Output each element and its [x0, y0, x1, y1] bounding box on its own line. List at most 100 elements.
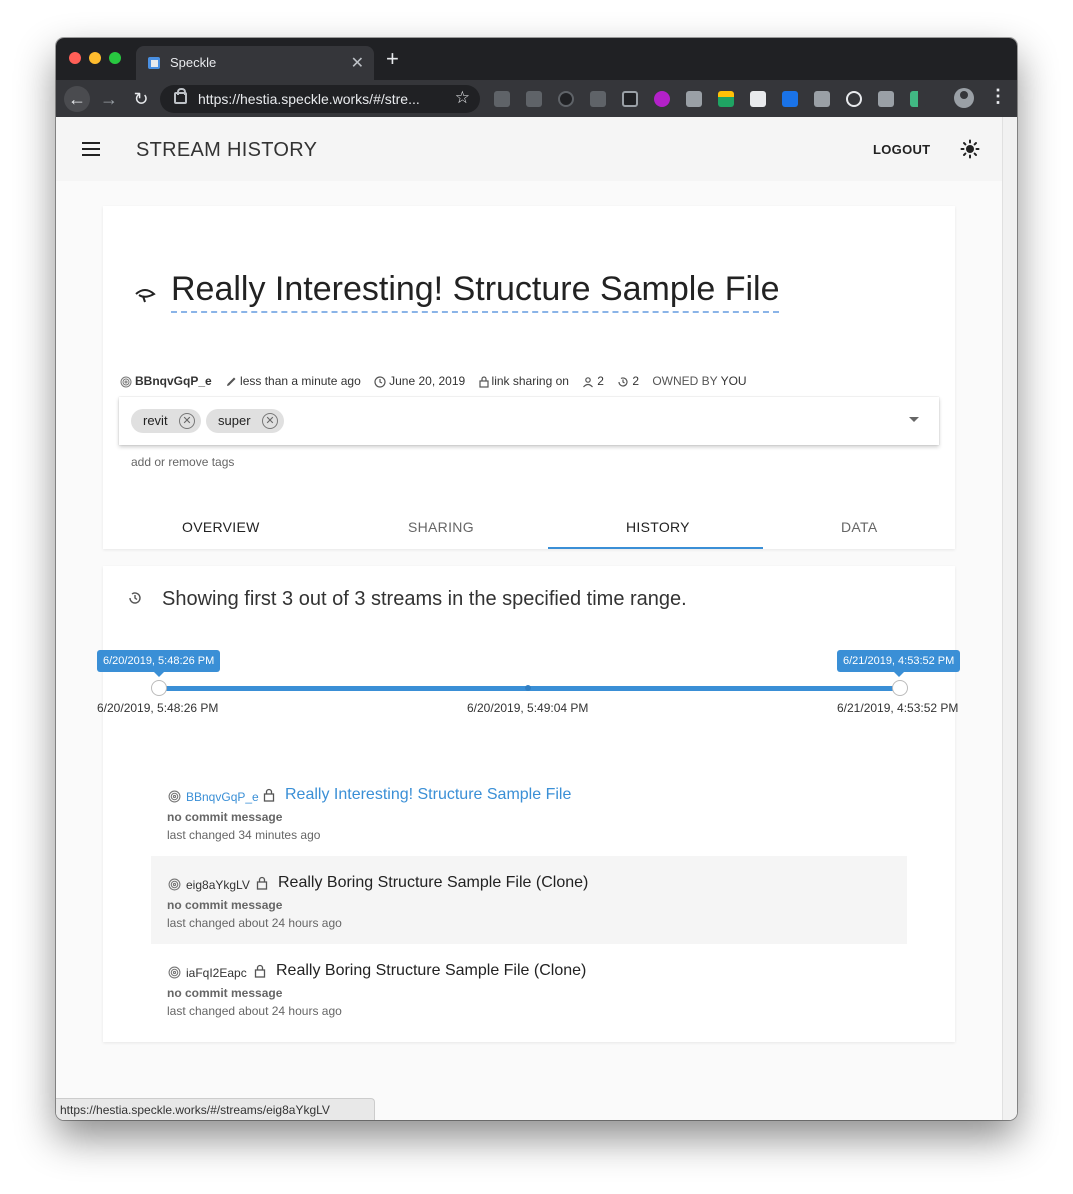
close-window-button[interactable] — [69, 52, 81, 64]
tick-label-start: 6/20/2019, 5:48:26 PM — [97, 701, 219, 715]
status-url: https://hestia.speckle.works/#/streams/e… — [60, 1103, 330, 1117]
reload-button[interactable]: ↻ — [128, 86, 154, 112]
stream-id: eig8aYkgLV — [186, 878, 250, 892]
range-end-thumb[interactable] — [892, 680, 908, 696]
hand-extension-icon[interactable] — [846, 91, 862, 107]
profile-avatar[interactable] — [954, 88, 974, 108]
person-icon — [583, 377, 594, 388]
stream-header-card: Really Interesting! Structure Sample Fil… — [103, 206, 955, 549]
commit-message: no commit message — [167, 986, 283, 1000]
tag-label: revit — [143, 413, 168, 428]
tags-hint: add or remove tags — [131, 455, 235, 469]
history-card: Showing first 3 out of 3 streams in the … — [97, 566, 961, 1042]
lock-icon — [174, 88, 187, 104]
clock-icon — [374, 376, 386, 388]
stream-tabs: OVERVIEW SHARING HISTORY DATA — [103, 506, 955, 549]
circle-extension-icon[interactable] — [558, 91, 574, 107]
history-count: 2 — [632, 374, 639, 388]
forward-button[interactable]: → — [96, 86, 122, 112]
browser-tab[interactable]: Speckle ✕ — [136, 46, 374, 80]
minimize-window-button[interactable] — [89, 52, 101, 64]
tab-history[interactable]: HISTORY — [626, 519, 690, 535]
history-summary: Showing first 3 out of 3 streams in the … — [162, 588, 687, 610]
list-item[interactable]: iaFqI2Eapc Really Boring Structure Sampl… — [151, 944, 907, 1032]
tick-label-mid: 6/20/2019, 5:49:04 PM — [467, 701, 589, 715]
list-item[interactable]: eig8aYkgLV Really Boring Structure Sampl… — [151, 856, 907, 944]
browser-menu-icon[interactable]: ⋮ — [989, 86, 1007, 107]
tag-chip[interactable]: super ✕ — [206, 409, 284, 433]
fingerprint-icon — [168, 878, 181, 891]
ublock-extension-icon[interactable] — [494, 91, 510, 107]
hamburger-menu-icon[interactable] — [82, 142, 100, 156]
page-content: STREAM HISTORY LOGOUT Really Interesting… — [56, 117, 1017, 1120]
purple-extension-icon[interactable] — [654, 91, 670, 107]
tab-sharing[interactable]: SHARING — [408, 519, 474, 535]
link-sharing-status: link sharing on — [491, 374, 569, 388]
tick-label-end: 6/21/2019, 4:53:52 PM — [837, 701, 959, 715]
tab-overview[interactable]: OVERVIEW — [182, 519, 260, 535]
vue-extension-icon[interactable] — [910, 91, 926, 107]
lock-icon — [254, 964, 266, 978]
commit-message: no commit message — [167, 810, 283, 824]
page-title: STREAM HISTORY — [136, 139, 318, 161]
google-drive-extension-icon[interactable] — [718, 91, 734, 107]
bookmark-star-icon[interactable]: ☆ — [455, 88, 470, 108]
url-text[interactable]: https://hestia.speckle.works/#/stre... — [198, 91, 420, 107]
lock-icon — [256, 876, 268, 890]
browser-titlebar: Speckle ✕ + — [56, 38, 1017, 80]
edited-time: less than a minute ago — [240, 374, 361, 388]
browser-window: Speckle ✕ + ← → ↻ https://hestia.speckle… — [56, 38, 1017, 1120]
last-changed: last changed 34 minutes ago — [167, 828, 321, 842]
stream-id: BBnqvGqP_e — [135, 374, 212, 388]
list-item[interactable]: BBnqvGqP_e Really Interesting! Structure… — [151, 768, 907, 856]
history-icon — [618, 377, 628, 387]
remove-tag-icon[interactable]: ✕ — [179, 413, 195, 429]
history-icon — [129, 592, 141, 604]
pencil-icon — [227, 377, 236, 386]
g-extension-icon[interactable] — [814, 91, 830, 107]
maximize-window-button[interactable] — [109, 52, 121, 64]
blue-extension-icon[interactable] — [782, 91, 798, 107]
stream-link[interactable]: Really Interesting! Structure Sample Fil… — [285, 786, 571, 804]
stream-title[interactable]: Really Interesting! Structure Sample Fil… — [171, 270, 780, 313]
chevron-down-icon[interactable] — [909, 417, 919, 422]
range-start-bubble: 6/20/2019, 5:48:26 PM — [97, 650, 221, 677]
docs-extension-icon[interactable] — [750, 91, 766, 107]
tab-close-icon[interactable]: ✕ — [351, 53, 364, 73]
new-tab-button[interactable]: + — [386, 48, 399, 70]
active-tab-indicator — [548, 547, 763, 549]
address-bar[interactable]: https://hestia.speckle.works/#/stre... ☆ — [160, 85, 480, 113]
theme-toggle-sun-icon[interactable] — [960, 139, 980, 159]
stream-id: iaFqI2Eapc — [186, 966, 247, 980]
stream-link[interactable]: Really Boring Structure Sample File (Clo… — [278, 874, 588, 892]
owner-name: YOU — [720, 374, 747, 388]
bulb-extension-icon[interactable] — [590, 91, 606, 107]
speckle-favicon-icon — [148, 57, 160, 69]
tab-data[interactable]: DATA — [841, 519, 877, 535]
grey-extension-icon[interactable] — [878, 91, 894, 107]
stream-link[interactable]: Really Boring Structure Sample File (Clo… — [276, 962, 586, 980]
fingerprint-icon — [168, 966, 181, 979]
stream-meta: BBnqvGqP_e less than a minute ago June 2… — [120, 374, 747, 388]
remove-tag-icon[interactable]: ✕ — [262, 413, 278, 429]
lock-open-icon — [478, 376, 489, 388]
range-start-thumb[interactable] — [151, 680, 167, 696]
logout-button[interactable]: LOGOUT — [873, 142, 930, 157]
created-date: June 20, 2019 — [389, 374, 466, 388]
link-status-bar: https://hestia.speckle.works/#/streams/e… — [56, 1098, 375, 1120]
fingerprint-icon — [168, 790, 181, 803]
camera-extension-icon[interactable] — [526, 91, 542, 107]
collaborator-count: 2 — [597, 374, 604, 388]
page-scrollbar[interactable] — [1002, 117, 1017, 1120]
range-end-bubble: 6/21/2019, 4:53:52 PM — [837, 650, 961, 677]
commit-message: no commit message — [167, 898, 283, 912]
tag-chip[interactable]: revit ✕ — [131, 409, 201, 433]
stream-icon — [135, 289, 156, 303]
tags-combobox[interactable]: revit ✕ super ✕ — [119, 397, 939, 445]
back-button[interactable]: ← — [64, 86, 90, 112]
lock-icon — [263, 788, 275, 802]
stream-id[interactable]: BBnqvGqP_e — [186, 790, 259, 804]
drive-grey-extension-icon[interactable] — [686, 91, 702, 107]
tag-label: super — [218, 413, 251, 428]
stack-extension-icon[interactable] — [622, 91, 638, 107]
